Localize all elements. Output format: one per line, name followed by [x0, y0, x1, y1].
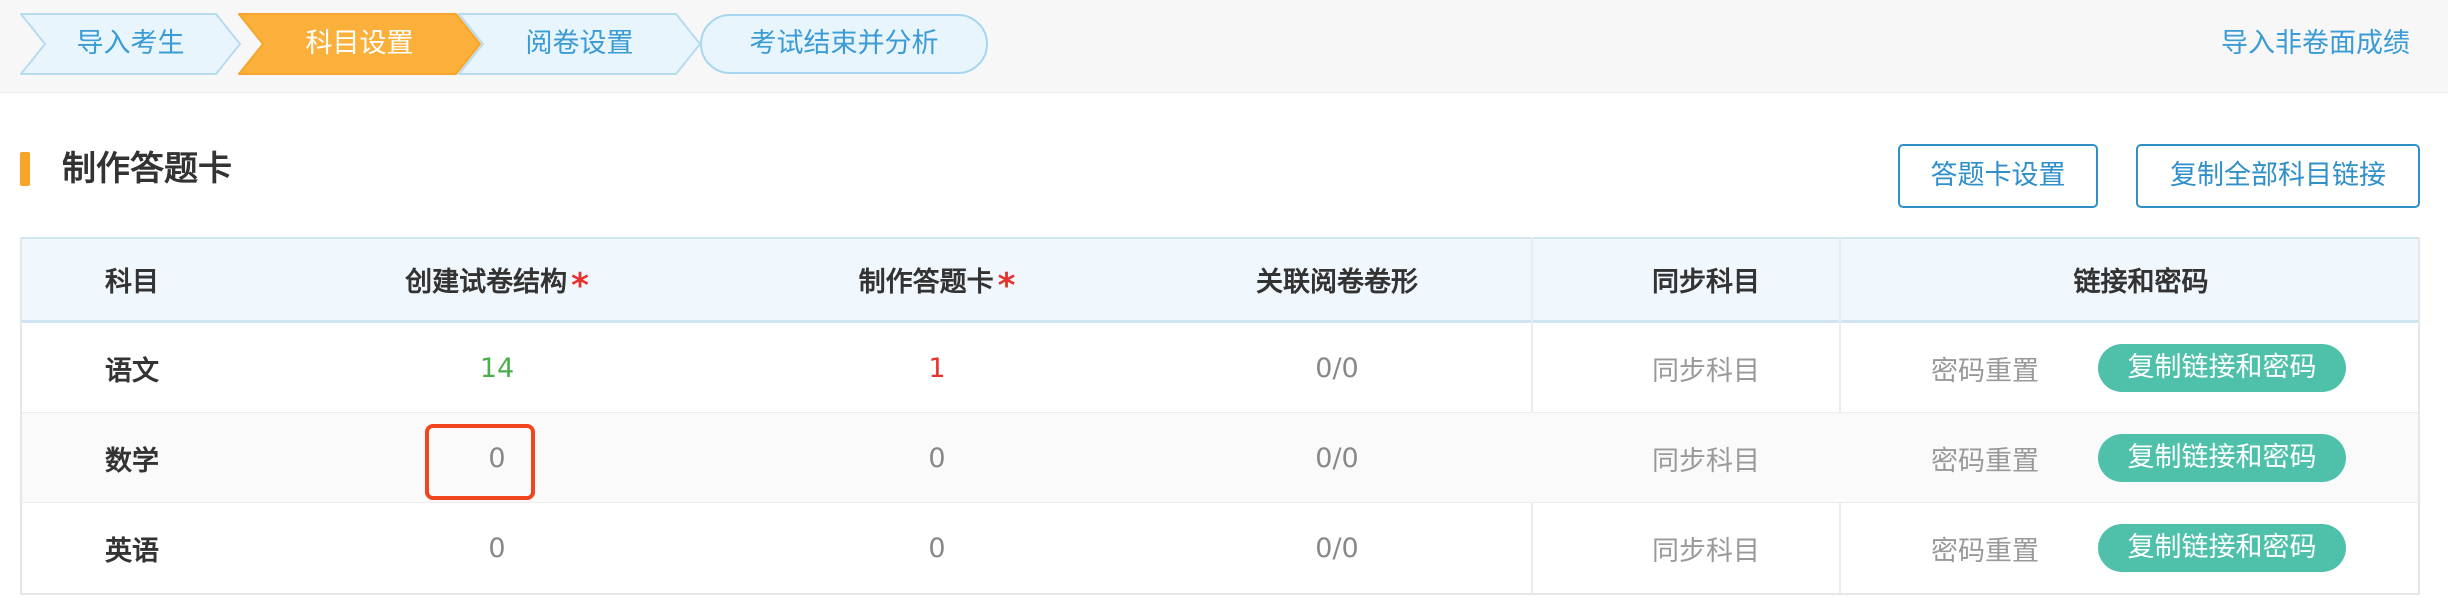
- required-star: *: [997, 265, 1016, 306]
- copy-link-password-button[interactable]: 复制链接和密码: [2098, 344, 2346, 392]
- sync-subject-link[interactable]: 同步科目: [1552, 323, 1860, 413]
- header-sync-subject: 同步科目: [1652, 267, 1760, 298]
- linked-shape-count[interactable]: 0/0: [1122, 323, 1552, 413]
- card-count[interactable]: 0: [752, 413, 1122, 503]
- header-label: 制作答题卡: [858, 267, 994, 298]
- card-count[interactable]: 0: [752, 503, 1122, 593]
- step-label: 阅卷设置: [525, 28, 634, 59]
- header-make-card: 制作答题卡 *: [752, 239, 1122, 320]
- section-accent-bar: [20, 152, 30, 186]
- copy-link-password-button[interactable]: 复制链接和密码: [2098, 434, 2346, 482]
- table-row: 英语 0 0 0/0 同步科目 密码重置 复制链接和密码: [22, 503, 2418, 593]
- password-reset-link[interactable]: 密码重置: [1890, 503, 2080, 593]
- table-header: 科目 创建试卷结构 * 制作答题卡 * 关联阅卷卷形 同步科目 链接和密码: [22, 237, 2418, 323]
- password-reset-link[interactable]: 密码重置: [1890, 413, 2080, 503]
- subject-table: 科目 创建试卷结构 * 制作答题卡 * 关联阅卷卷形 同步科目 链接和密码 语文 1…: [20, 237, 2420, 595]
- structure-count[interactable]: 14: [242, 323, 752, 413]
- step-marking-settings[interactable]: 阅卷设置: [458, 13, 702, 75]
- linked-shape-count[interactable]: 0/0: [1122, 413, 1552, 503]
- step-end-and-analyze[interactable]: 考试结束并分析: [700, 14, 988, 74]
- step-label: 导入考生: [76, 28, 185, 59]
- sync-subject-link[interactable]: 同步科目: [1552, 413, 1860, 503]
- header-linked-shape: 关联阅卷卷形: [1256, 267, 1418, 298]
- header-create-structure: 创建试卷结构 *: [242, 239, 752, 320]
- step-subject-settings[interactable]: 科目设置: [238, 13, 482, 75]
- step-import-students[interactable]: 导入考生: [20, 13, 242, 75]
- import-non-paper-scores-link[interactable]: 导入非卷面成绩: [2221, 0, 2410, 88]
- structure-count[interactable]: 0: [242, 503, 752, 593]
- card-settings-button[interactable]: 答题卡设置: [1898, 144, 2098, 208]
- step-label: 科目设置: [305, 28, 414, 59]
- copy-all-links-button[interactable]: 复制全部科目链接: [2136, 144, 2420, 208]
- table-row: 语文 14 1 0/0 同步科目 密码重置 复制链接和密码: [22, 323, 2418, 413]
- subject-name: 英语: [105, 535, 159, 567]
- card-count[interactable]: 1: [752, 323, 1122, 413]
- header-label: 创建试卷结构: [405, 267, 568, 298]
- subject-name: 语文: [105, 355, 159, 387]
- password-reset-link[interactable]: 密码重置: [1890, 323, 2080, 413]
- subject-name: 数学: [105, 445, 159, 477]
- copy-link-password-button[interactable]: 复制链接和密码: [2098, 524, 2346, 572]
- header-link-password: 链接和密码: [2073, 267, 2209, 298]
- required-star: *: [571, 265, 589, 306]
- linked-shape-count[interactable]: 0/0: [1122, 503, 1552, 593]
- section-title: 制作答题卡: [62, 149, 232, 189]
- sync-subject-link[interactable]: 同步科目: [1552, 503, 1860, 593]
- highlight-box: [425, 424, 535, 500]
- header-subject: 科目: [105, 267, 159, 298]
- step-bar: 导入考生 科目设置 阅卷设置 考试结束并分析 导入非卷面成绩: [0, 0, 2448, 93]
- table-row: 数学 0 0 0/0 同步科目 密码重置 复制链接和密码: [22, 413, 2418, 503]
